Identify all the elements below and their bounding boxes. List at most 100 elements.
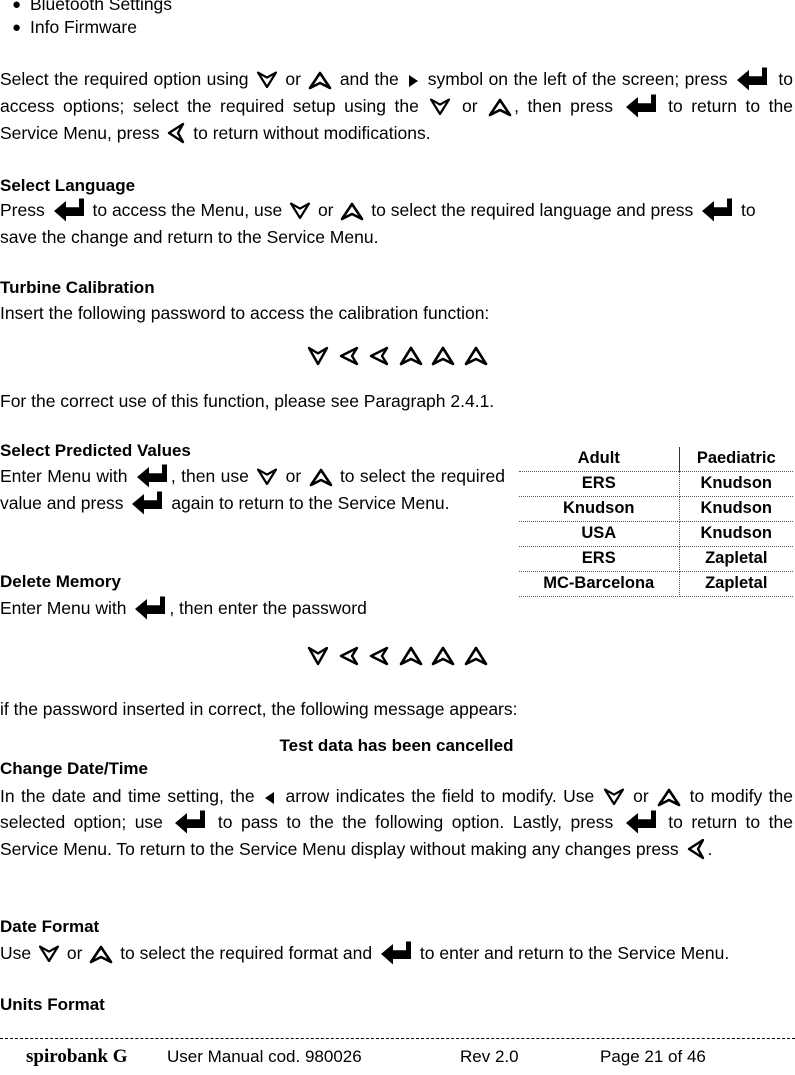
predicted-values-table: Adult Paediatric ERS Knudson Knudson Knu… xyxy=(519,447,793,597)
left-arrow-icon xyxy=(337,344,361,368)
up-arrow-icon xyxy=(308,70,332,90)
date-time-text-1: In the date and time setting, the xyxy=(0,786,255,806)
intro-text-4: symbol on the left of the screen; press xyxy=(427,69,728,89)
section-heading-date-format: Date Format xyxy=(0,917,100,936)
list-item-label: Info Firmware xyxy=(30,17,137,37)
delete-memory-text-2: , then enter the password xyxy=(169,598,367,618)
date-format-text-1: Use xyxy=(0,943,32,963)
change-date-time-paragraph: In the date and time setting, the arrow … xyxy=(0,783,793,862)
turbine-password-sequence xyxy=(0,344,795,368)
table-row: ERS Zapletal xyxy=(519,546,793,572)
enter-arrow-icon xyxy=(173,810,207,836)
enter-arrow-icon xyxy=(700,198,734,224)
enter-arrow-icon xyxy=(735,67,769,93)
left-arrow-icon xyxy=(367,644,391,668)
down-arrow-icon xyxy=(306,644,330,668)
bullet-dot-icon: ● xyxy=(12,0,22,13)
section-heading-select-predicted-values: Select Predicted Values xyxy=(0,441,191,460)
select-language-text-3: or xyxy=(317,200,334,220)
up-arrow-icon xyxy=(463,644,489,668)
table-cell-paediatric: Knudson xyxy=(679,521,793,547)
intro-text-2: or xyxy=(285,69,301,89)
enter-arrow-icon xyxy=(624,810,658,836)
table-row: MC-Barcelona Zapletal xyxy=(519,571,793,597)
delete-memory-note: if the password inserted in correct, the… xyxy=(0,699,518,719)
down-arrow-icon xyxy=(256,70,278,90)
turbine-calibration-reference: For the correct use of this function, pl… xyxy=(0,391,495,411)
up-arrow-icon xyxy=(430,344,456,368)
table-row: ERS Knudson xyxy=(519,471,793,497)
column-header-adult: Adult xyxy=(519,447,680,472)
date-time-text-5: to pass to the the following option. Las… xyxy=(217,812,614,832)
enter-arrow-icon xyxy=(133,596,167,622)
intro-paragraph: Select the required option using or and … xyxy=(0,66,793,146)
table-cell-adult: ERS xyxy=(519,546,680,572)
list-item: ● Bluetooth Settings xyxy=(0,0,500,16)
intro-text-3: and the xyxy=(339,69,399,89)
intro-text-7: , then press xyxy=(514,96,613,116)
up-arrow-icon xyxy=(398,644,424,668)
table-cell-paediatric: Knudson xyxy=(679,471,793,497)
date-format-text-4: to enter and return to the Service Menu. xyxy=(419,943,730,963)
table-cell-adult: MC-Barcelona xyxy=(519,571,680,597)
up-arrow-icon xyxy=(488,97,512,117)
right-triangle-icon xyxy=(406,73,420,89)
column-header-paediatric: Paediatric xyxy=(679,447,793,472)
down-arrow-icon xyxy=(306,344,330,368)
enter-arrow-icon xyxy=(135,464,169,490)
document-page: ● Bluetooth Settings ● Info Firmware Sel… xyxy=(0,0,795,1075)
footer-page-number: Page 21 of 46 xyxy=(600,1047,706,1066)
table-header-row: Adult Paediatric xyxy=(519,447,793,472)
down-arrow-icon xyxy=(289,201,311,221)
table-cell-paediatric: Zapletal xyxy=(679,571,793,597)
bullet-dot-icon: ● xyxy=(12,19,22,36)
enter-arrow-icon xyxy=(130,491,164,517)
left-triangle-icon xyxy=(166,122,186,144)
turbine-calibration-paragraph: Insert the following password to access … xyxy=(0,303,490,323)
enter-arrow-icon xyxy=(624,94,658,120)
select-language-text-4: to select the required language and pres… xyxy=(371,200,694,220)
left-triangle-icon xyxy=(263,790,277,806)
cancelled-message: Test data has been cancelled xyxy=(279,736,514,755)
footer-revision: Rev 2.0 xyxy=(460,1047,519,1066)
table-cell-adult: Knudson xyxy=(519,496,680,522)
date-format-text-3: to select the required format and xyxy=(120,943,373,963)
date-time-text-3: or xyxy=(633,786,649,806)
down-arrow-icon xyxy=(603,787,625,807)
predicted-text-3: or xyxy=(285,466,302,486)
table-row: USA Knudson xyxy=(519,521,793,547)
intro-text-9: to return without modifications. xyxy=(193,123,431,143)
table-row: Knudson Knudson xyxy=(519,496,793,522)
list-item: ● Info Firmware xyxy=(0,16,500,39)
intro-text-6: or xyxy=(462,96,478,116)
up-arrow-icon xyxy=(398,344,424,368)
select-language-text-1: Press xyxy=(0,200,45,220)
date-time-text-2: arrow indicates the field to modify. Use xyxy=(285,786,595,806)
select-language-paragraph: Press to access the Menu, use or to sele… xyxy=(0,197,793,250)
date-format-text-2: or xyxy=(66,943,83,963)
down-arrow-icon xyxy=(38,944,60,964)
up-arrow-icon xyxy=(340,201,364,221)
down-arrow-icon xyxy=(256,467,278,487)
section-heading-turbine-calibration: Turbine Calibration xyxy=(0,278,155,297)
enter-arrow-icon xyxy=(52,198,86,224)
select-language-text-2: to access the Menu, use xyxy=(92,200,283,220)
predicted-text-1: Enter Menu with xyxy=(0,466,128,486)
up-arrow-icon xyxy=(89,944,113,964)
down-arrow-icon xyxy=(429,97,451,117)
intro-text-1: Select the required option using xyxy=(0,69,249,89)
delete-memory-password-sequence xyxy=(0,644,795,668)
up-arrow-icon xyxy=(657,787,681,807)
section-heading-units-format: Units Format xyxy=(0,995,105,1014)
delete-memory-text-1: Enter Menu with xyxy=(0,598,127,618)
delete-memory-paragraph: Enter Menu with , then enter the passwor… xyxy=(0,595,505,622)
predicted-text-5: again to return to the Service Menu. xyxy=(171,493,450,513)
page-footer: spirobank G User Manual cod. 980026 Rev … xyxy=(0,1046,795,1074)
left-arrow-icon xyxy=(337,644,361,668)
section-heading-change-date-time: Change Date/Time xyxy=(0,759,149,778)
feature-bullet-list: ● Bluetooth Settings ● Info Firmware xyxy=(0,0,500,39)
footer-brand: spirobank G xyxy=(26,1046,128,1067)
list-item-label: Bluetooth Settings xyxy=(30,0,173,14)
date-time-text-7: . xyxy=(707,839,713,859)
enter-arrow-icon xyxy=(379,941,413,967)
